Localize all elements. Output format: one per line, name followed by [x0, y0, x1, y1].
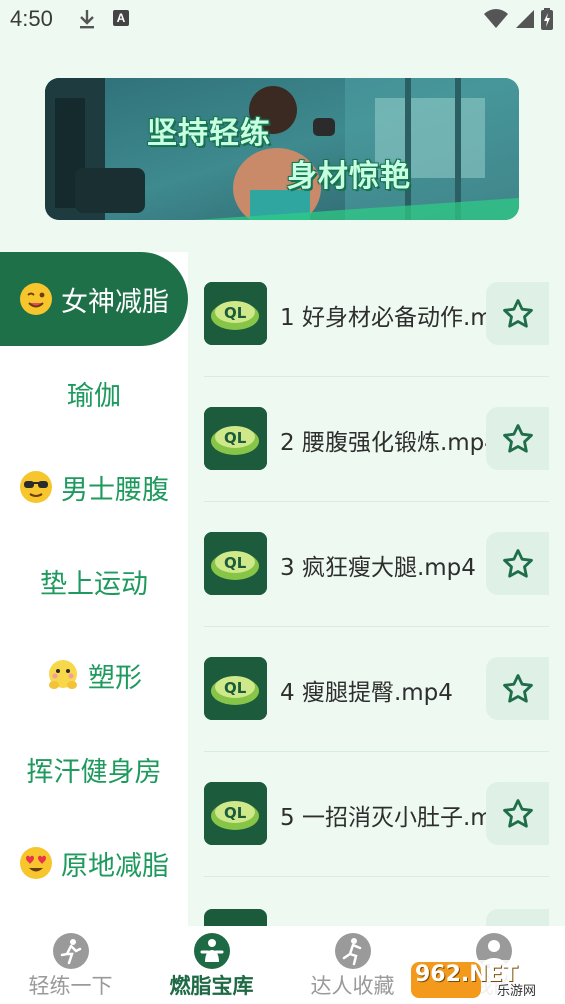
category-sidebar: 女神减脂 瑜伽 男士腰腹 垫上运动 塑形 挥汗健身房 原地减脂: [0, 252, 188, 926]
video-thumbnail: QL: [204, 282, 267, 345]
svg-text:QL: QL: [224, 679, 247, 697]
status-icons: [483, 8, 553, 30]
runner-icon: [52, 932, 90, 970]
banner-image: [45, 78, 519, 220]
tab-label: 轻练一下: [28, 974, 113, 998]
hugging-face-emoji-icon: [46, 658, 80, 692]
video-thumbnail: QL: [204, 407, 267, 470]
status-bar: 4:50 A: [0, 0, 565, 40]
tab-label: 燃脂宝库: [169, 974, 254, 998]
video-title: 1 好身材必备动作.mp4: [280, 305, 490, 331]
watermark-subtext: 乐游网: [497, 984, 537, 999]
favorite-button[interactable]: [486, 407, 549, 470]
favorite-button[interactable]: [486, 782, 549, 845]
workout-icon: [193, 932, 231, 970]
heart-eyes-face-emoji-icon: [19, 846, 53, 880]
svg-text:QL: QL: [224, 429, 247, 447]
banner-text-line1: 坚持轻练: [147, 116, 271, 151]
star-icon: [502, 798, 533, 828]
video-title: 5 一招消灭小肚子.mp4: [280, 805, 490, 831]
tab-expert-favorites[interactable]: 达人收藏: [282, 926, 423, 1004]
tab-label: 达人收藏: [310, 974, 395, 998]
sidebar-item-men-abs[interactable]: 男士腰腹: [0, 440, 188, 534]
sunglasses-face-emoji-icon: [19, 470, 53, 504]
video-list-item[interactable]: QL 5 一招消灭小肚子.mp4: [204, 752, 549, 877]
favorite-button[interactable]: [486, 532, 549, 595]
video-list-item[interactable]: QL 3 疯狂瘦大腿.mp4: [204, 502, 549, 627]
sidebar-item-body-shaping[interactable]: 塑形: [0, 628, 188, 722]
wink-face-emoji-icon: [19, 282, 53, 316]
battery-icon: [541, 8, 553, 30]
svg-text:QL: QL: [224, 304, 247, 322]
video-list[interactable]: QL 1 好身材必备动作.mp4 QL 2 腰腹强化锻炼.mp4 QL 3 疯狂…: [188, 252, 565, 926]
video-list-item[interactable]: QL 1 好身材必备动作.mp4: [204, 252, 549, 377]
notification-a-icon: A: [113, 10, 129, 26]
sidebar-item-label: 瑜伽: [67, 380, 121, 412]
star-icon: [502, 298, 533, 328]
star-icon: [502, 548, 533, 578]
promo-banner[interactable]: 坚持轻练 身材惊艳: [45, 78, 519, 220]
sidebar-item-sweat-gym[interactable]: 挥汗健身房: [0, 722, 188, 816]
favorite-button[interactable]: [486, 657, 549, 720]
tab-light-workout[interactable]: 轻练一下: [0, 926, 141, 1004]
signal-icon: [516, 10, 534, 28]
athlete-icon: [334, 932, 372, 970]
sidebar-item-yoga[interactable]: 瑜伽: [0, 346, 188, 440]
video-title: 4 瘦腿提臀.mp4: [280, 680, 453, 706]
video-thumbnail: QL: [204, 657, 267, 720]
sidebar-item-in-place-fat-loss[interactable]: 原地减脂: [0, 816, 188, 910]
star-icon: [502, 673, 533, 703]
video-list-item[interactable]: QL 4 瘦腿提臀.mp4: [204, 627, 549, 752]
favorite-button[interactable]: [486, 282, 549, 345]
star-icon: [502, 423, 533, 453]
wifi-icon: [484, 9, 508, 28]
banner-text-line2: 身材惊艳: [287, 159, 411, 194]
sidebar-item-label: 女神减脂: [61, 286, 169, 318]
download-icon: [78, 8, 96, 34]
svg-text:QL: QL: [224, 804, 247, 822]
video-title: 3 疯狂瘦大腿.mp4: [280, 555, 476, 581]
site-watermark: 962.NET 乐游网: [409, 954, 559, 1000]
video-thumbnail: QL: [204, 782, 267, 845]
sidebar-item-mat-exercise[interactable]: 垫上运动: [0, 534, 188, 628]
sidebar-item-label: 挥汗健身房: [26, 756, 162, 788]
video-thumbnail: [204, 909, 267, 926]
sidebar-item-label: 垫上运动: [40, 568, 148, 600]
video-list-item-partial[interactable]: [204, 877, 549, 926]
svg-text:QL: QL: [224, 554, 247, 572]
sidebar-item-label: 塑形: [88, 662, 142, 694]
video-title: 2 腰腹强化锻炼.mp4: [280, 430, 490, 456]
status-time: 4:50: [10, 6, 53, 31]
favorite-button[interactable]: [486, 909, 549, 926]
tab-fat-burn-library[interactable]: 燃脂宝库: [141, 926, 282, 1004]
video-thumbnail: QL: [204, 532, 267, 595]
video-list-item[interactable]: QL 2 腰腹强化锻炼.mp4: [204, 377, 549, 502]
sidebar-item-label: 原地减脂: [61, 850, 169, 882]
sidebar-item-label: 男士腰腹: [61, 474, 169, 506]
sidebar-item-goddess-fat-loss[interactable]: 女神减脂: [0, 252, 188, 346]
